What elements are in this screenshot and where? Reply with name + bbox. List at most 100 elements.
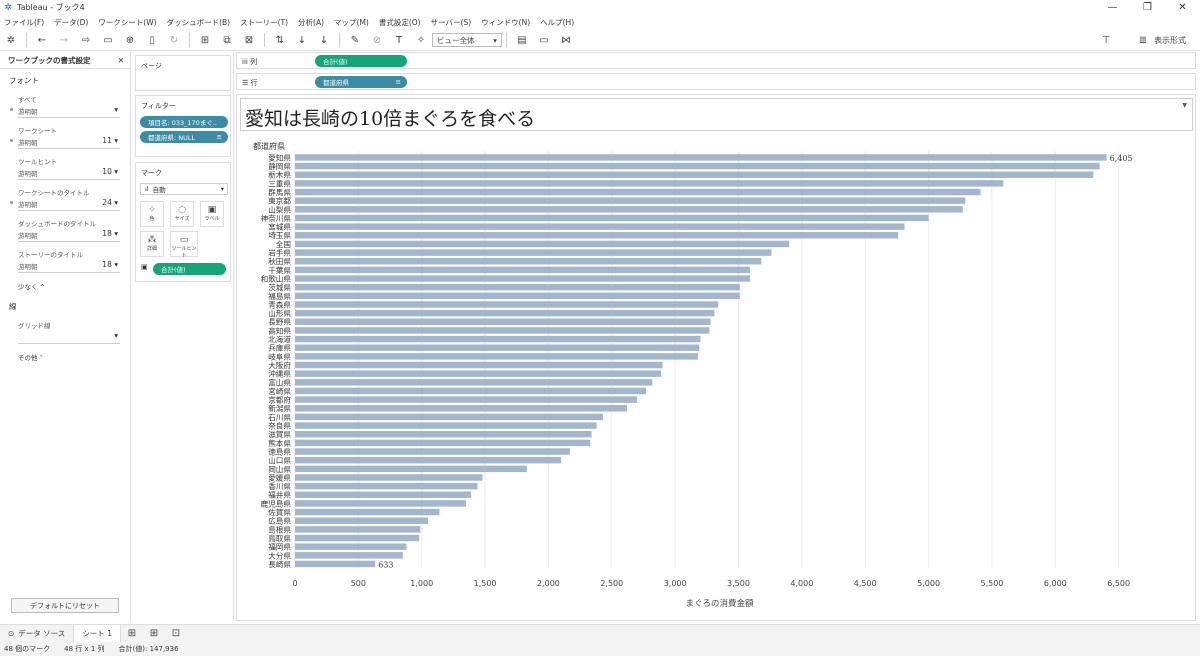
category-label: 静岡県: [268, 161, 291, 171]
menu-help[interactable]: ヘルプ(H): [540, 17, 574, 28]
size-mark-button[interactable]: ◌ サイズ: [170, 201, 194, 227]
group-icon[interactable]: ⊘: [369, 32, 385, 48]
new-datasource-icon[interactable]: ⊕: [122, 32, 138, 48]
font-setting-label: ワークシート: [18, 127, 57, 135]
category-label: 愛知県: [268, 152, 291, 162]
share-icon[interactable]: ⋈: [558, 32, 574, 48]
reset-to-default-button[interactable]: デフォルトにリセット: [11, 598, 119, 613]
show-me-button[interactable]: 表示形式: [1154, 35, 1186, 46]
new-dashboard-icon[interactable]: ⊞: [146, 626, 162, 642]
bar: [295, 448, 570, 455]
sort-ascending-icon[interactable]: ↓: [294, 32, 310, 48]
fit-select[interactable]: ビュー全体 ▾: [432, 33, 502, 47]
show-labels-icon[interactable]: T: [391, 32, 407, 48]
x-tick-label: 500: [351, 579, 366, 588]
marks-label-pill[interactable]: 合計(値): [153, 263, 226, 275]
font-setting-worksheet-title[interactable]: ワークシートのタイトル 游明朝 24 ▾: [0, 182, 130, 213]
color-mark-button[interactable]: ⁘ 色: [140, 201, 164, 227]
bar: [295, 361, 663, 369]
close-button[interactable]: ✕: [1165, 2, 1200, 13]
bar-chart-icon: ıl: [145, 185, 149, 193]
sort-descending-icon[interactable]: ↓: [316, 32, 332, 48]
columns-pill[interactable]: 合計(値): [315, 55, 407, 67]
size-mark-label: サイズ: [174, 216, 190, 222]
bar-chart: 都道府県愛知県静岡県栃木県三重県群馬県東京都山梨県神奈川県宮城県埼玉県全国岩手県…: [253, 141, 1133, 609]
label-mark-button[interactable]: ▣ ラベル: [200, 201, 224, 227]
filter-pill[interactable]: 項目名: 033_170まぐ..: [140, 116, 228, 128]
filters-shelf[interactable]: フィルター 項目名: 033_170まぐ.. 都道府県: NULL ≡: [135, 95, 231, 157]
restore-button[interactable]: ❐: [1130, 2, 1165, 13]
menu-file[interactable]: ファイル(F): [4, 17, 44, 28]
category-label: 奈良県: [268, 421, 291, 431]
other-section-toggle[interactable]: その他 ˅: [0, 346, 130, 362]
forward-icon[interactable]: →: [56, 32, 72, 48]
rows-pill[interactable]: 都道府県 ≡: [315, 76, 407, 88]
sheet-tab[interactable]: シート 1: [74, 624, 121, 643]
new-worksheet-icon[interactable]: ⊞: [197, 32, 213, 48]
bar: [295, 560, 376, 568]
pages-shelf[interactable]: ページ: [135, 55, 231, 91]
mark-type-select[interactable]: ıl 自動 ▾: [140, 183, 228, 195]
menu-server[interactable]: サーバー(S): [431, 17, 472, 28]
bar: [295, 456, 562, 464]
font-setting-tooltip[interactable]: ツールヒント 游明朝 10 ▾: [0, 151, 130, 182]
back-icon[interactable]: ←: [34, 32, 50, 48]
toolbar-divider: [189, 33, 190, 47]
duplicate-sheet-icon[interactable]: ⧉: [219, 32, 235, 48]
toolbar: ✲ ← → ⇨ ▭ ⊕ ▯ ↻ ⊞ ⧉ ⊠ ⇅ ↓ ↓ ✎ ⊘ T ✧ ビュー全…: [0, 30, 1200, 51]
show-me-icon[interactable]: ≣: [1135, 32, 1151, 48]
category-label: 栃木県: [268, 170, 291, 180]
filter-pill[interactable]: 都道府県: NULL ≡: [140, 131, 228, 143]
presentation-mode-icon[interactable]: ▭: [536, 32, 552, 48]
grid-lines-setting[interactable]: グリッド線 ▾: [0, 315, 130, 346]
bar: [295, 517, 429, 524]
datasource-tab[interactable]: ⊙ データ ソース: [0, 624, 75, 643]
toolbar-divider: [339, 33, 340, 47]
menu-format[interactable]: 書式設定(O): [379, 17, 421, 28]
new-story-icon[interactable]: ⊡: [168, 626, 184, 642]
paint-roller-icon[interactable]: ⊤: [1098, 32, 1114, 48]
font-setting-label: ダッシュボードのタイトル: [18, 220, 96, 228]
show-cards-icon[interactable]: ▤: [514, 32, 530, 48]
menu-analysis[interactable]: 分析(A): [298, 17, 324, 28]
bar: [295, 275, 750, 282]
category-label: 高知県: [268, 325, 291, 335]
font-setting-all[interactable]: すべて 游明朝 ▾: [0, 89, 130, 120]
tooltip-mark-button[interactable]: ▭ ツールヒント: [170, 231, 198, 259]
clear-sheet-icon[interactable]: ⊠: [241, 32, 257, 48]
pause-updates-icon[interactable]: ▯: [144, 32, 160, 48]
redo-icon[interactable]: ⇨: [78, 32, 94, 48]
new-worksheet-icon[interactable]: ⊞: [124, 626, 140, 642]
bar: [295, 353, 698, 360]
font-size-number: 18: [102, 260, 112, 269]
x-tick-label: 1,000: [410, 579, 433, 588]
menu-window[interactable]: ウィンドウ(N): [481, 17, 530, 28]
menu-dashboard[interactable]: ダッシュボード(B): [167, 17, 231, 28]
refresh-icon[interactable]: ↻: [166, 32, 182, 48]
menu-map[interactable]: マップ(M): [334, 17, 369, 28]
close-icon[interactable]: ✕: [118, 56, 124, 65]
save-icon[interactable]: ▭: [100, 32, 116, 48]
swap-rows-columns-icon[interactable]: ⇅: [272, 32, 288, 48]
menu-worksheet[interactable]: ワークシート(W): [98, 17, 156, 28]
columns-shelf[interactable]: iii 列 合計(値): [236, 52, 1196, 69]
font-setting-value: 游明朝: [18, 232, 38, 240]
font-setting-dashboard-title[interactable]: ダッシュボードのタイトル 游明朝 18 ▾: [0, 213, 130, 244]
minimize-button[interactable]: —: [1095, 2, 1130, 13]
font-setting-story-title[interactable]: ストーリーのタイトル 游明朝 18 ▾: [0, 244, 130, 275]
show-less-toggle[interactable]: 少なく ^: [0, 275, 130, 301]
category-label: 福島県: [268, 291, 291, 301]
category-label: 徳島県: [268, 446, 291, 456]
category-label: 埼玉県: [268, 230, 291, 240]
font-setting-worksheet[interactable]: ワークシート 游明朝 11 ▾: [0, 120, 130, 151]
modified-dot-icon: [10, 139, 13, 142]
fix-axes-icon[interactable]: ✧: [413, 32, 429, 48]
menu-story[interactable]: ストーリー(T): [240, 17, 288, 28]
rows-shelf[interactable]: ☰ 行 都道府県 ≡: [236, 73, 1196, 90]
menu-data[interactable]: データ(D): [54, 17, 88, 28]
tableau-home-icon[interactable]: ✲: [3, 32, 19, 48]
datasource-tab-label: データ ソース: [18, 629, 66, 638]
bar: [295, 344, 700, 351]
detail-mark-button[interactable]: ⁂ 詳細: [140, 231, 164, 257]
highlight-icon[interactable]: ✎: [347, 32, 363, 48]
